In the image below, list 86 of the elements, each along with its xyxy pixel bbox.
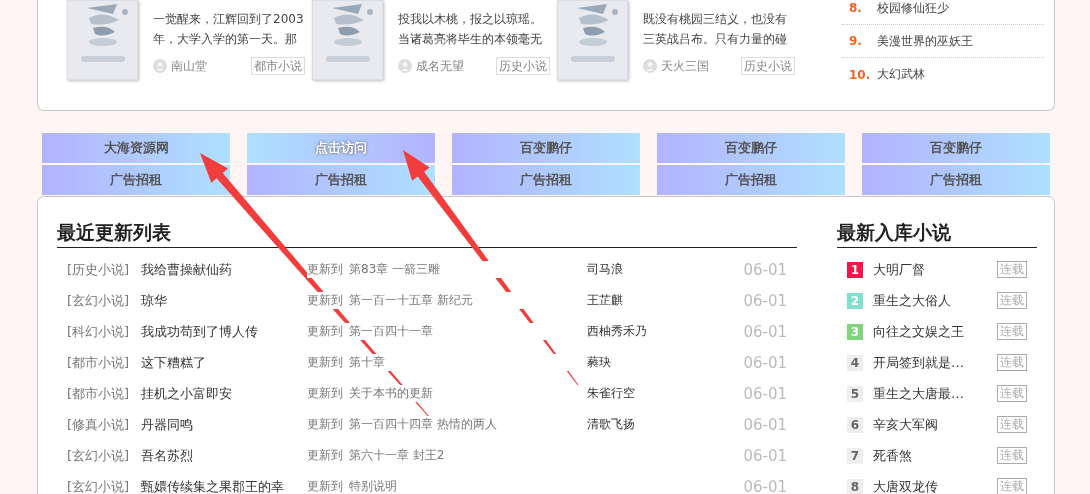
novel-title-link[interactable]: 向往之文娱之王 [873, 322, 964, 341]
ad-banner[interactable]: 广告招租 [42, 165, 230, 195]
update-label: 更新到 [307, 323, 349, 340]
ad-banner[interactable]: 广告招租 [247, 165, 435, 195]
book-description: 年，大学入学的第一天。那 [153, 31, 298, 48]
ad-banner[interactable]: 广告招租 [862, 165, 1050, 195]
author-name: 清歌飞扬 [587, 417, 635, 431]
novel-title-link[interactable]: 吾名苏烈 [141, 446, 307, 465]
status-tag: 连载 [997, 416, 1027, 433]
novel-title-link[interactable]: 重生之大俗人 [873, 291, 951, 310]
avatar-icon [643, 59, 657, 73]
novel-title-link[interactable]: 辛亥大军阀 [873, 415, 938, 434]
category-link[interactable]: [历史小说] [67, 260, 141, 279]
status-tag: 连载 [997, 478, 1027, 494]
author-name[interactable]: 天火三国 [661, 57, 709, 75]
category-link[interactable]: [修真小说] [67, 415, 141, 434]
category-link[interactable]: [都市小说] [67, 353, 141, 372]
update-date: 06-01 [742, 322, 787, 341]
book-description: 投我以木桃，报之以琼瑶。 [398, 11, 543, 28]
category-link[interactable]: [科幻小说] [67, 322, 141, 341]
author-name: 蕤玦 [587, 355, 611, 369]
category-link[interactable]: [玄幻小说] [67, 477, 141, 494]
update-date: 06-01 [742, 353, 787, 372]
status-tag: 连载 [997, 292, 1027, 309]
author-name[interactable]: 成名无望 [416, 57, 464, 75]
genre-tag[interactable]: 历史小说 [496, 57, 550, 75]
novel-title-link[interactable]: 重生之大唐最… [873, 384, 964, 403]
rank-number: 10. [848, 67, 872, 82]
rank-number: 8. [848, 1, 863, 15]
ad-banner[interactable]: 大海资源网 [42, 133, 230, 163]
avatar-icon [398, 59, 412, 73]
novel-title-link[interactable]: 这下糟糕了 [141, 353, 307, 372]
status-tag: 连载 [997, 323, 1027, 340]
update-date: 06-01 [742, 260, 787, 279]
ad-banner[interactable]: 百变鹏仔 [452, 133, 640, 163]
update-date: 06-01 [742, 477, 787, 494]
rank-number: 9. [848, 34, 863, 48]
novel-title-link[interactable]: 大明厂督 [873, 260, 925, 279]
book-description: 三英战吕布。只有力量的碰 [643, 31, 788, 48]
rank-badge: 3 [847, 323, 863, 340]
update-date: 06-01 [742, 384, 787, 403]
section-title: 最新入库小说 [837, 217, 1037, 248]
rank-badge: 5 [847, 385, 863, 402]
novel-title-link[interactable]: 大唐双龙传 [873, 477, 938, 494]
author-name: 司马浪 [587, 262, 623, 276]
novel-title-link[interactable]: 美漫世界的巫妖王 [877, 32, 973, 50]
status-tag: 连载 [997, 447, 1027, 464]
avatar-icon [153, 59, 167, 73]
author-name: 朱雀行空 [587, 386, 635, 400]
category-link[interactable]: [都市小说] [67, 384, 141, 403]
novel-title-link[interactable]: 我成功苟到了博人传 [141, 322, 307, 341]
rank-badge: 6 [847, 416, 863, 433]
status-tag: 连载 [997, 354, 1027, 371]
rank-badge: 7 [847, 447, 863, 464]
book-description: 当诸葛亮将毕生的本领毫无 [398, 31, 543, 48]
ad-banner[interactable]: 广告招租 [452, 165, 640, 195]
rank-badge: 1 [847, 261, 863, 278]
novel-title-link[interactable]: 挂机之小富即安 [141, 384, 307, 403]
ad-banner[interactable]: 广告招租 [657, 165, 845, 195]
book-description: 既没有桃园三结义，也没有 [643, 11, 788, 28]
status-tag: 连载 [997, 385, 1027, 402]
update-date: 06-01 [742, 446, 787, 465]
update-date: 06-01 [742, 415, 787, 434]
novel-title-link[interactable]: 我给曹操献仙药 [141, 260, 307, 279]
status-tag: 连载 [997, 261, 1027, 278]
novel-title-link[interactable]: 校园修仙狂少 [877, 0, 949, 17]
genre-tag[interactable]: 历史小说 [741, 57, 795, 75]
novel-title-link[interactable]: 丹器同鸣 [141, 415, 307, 434]
ad-banner[interactable]: 百变鹏仔 [657, 133, 845, 163]
rank-badge: 4 [847, 354, 863, 371]
author-name[interactable]: 南山堂 [171, 57, 207, 75]
book-description: 一觉醒来，江辉回到了2003 [153, 11, 305, 28]
novel-title-link[interactable]: 大幻武林 [877, 66, 925, 83]
author-name: 西柚秀禾乃 [587, 324, 647, 338]
novel-title-link[interactable]: 甄嬛传续集之果郡王的幸 [141, 477, 307, 494]
update-date: 06-01 [742, 291, 787, 310]
rank-badge: 2 [847, 292, 863, 309]
category-link[interactable]: [玄幻小说] [67, 446, 141, 465]
novel-title-link[interactable]: 开局签到就是… [873, 353, 964, 372]
genre-tag[interactable]: 都市小说 [251, 57, 305, 75]
category-link[interactable]: [玄幻小说] [67, 291, 141, 310]
ad-banner[interactable]: 百变鹏仔 [862, 133, 1050, 163]
author-name: 王芷麒 [587, 293, 623, 307]
novel-title-link[interactable]: 死香煞 [873, 446, 912, 465]
novel-title-link[interactable]: 琼华 [141, 291, 307, 310]
rank-badge: 8 [847, 478, 863, 494]
